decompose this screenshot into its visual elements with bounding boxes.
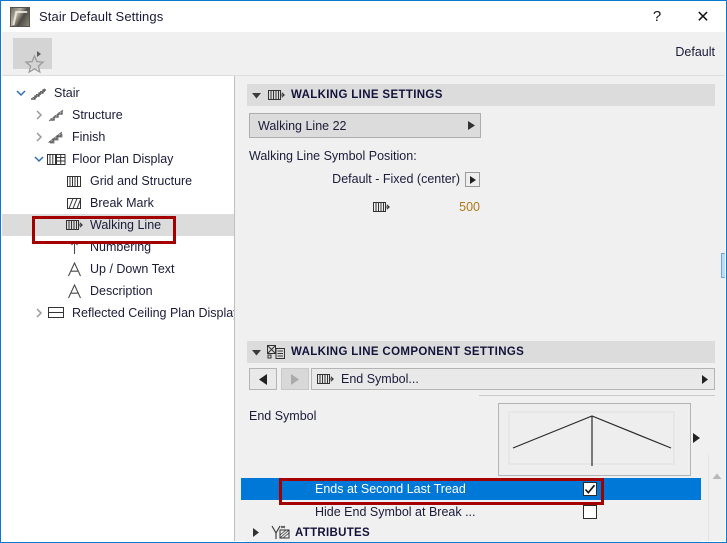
symbol-position-label: Walking Line Symbol Position: (249, 149, 417, 163)
tree-item-label: Description (90, 284, 153, 298)
attributes-section-row[interactable]: ATTRIBUTES (245, 521, 701, 542)
finish-icon (46, 130, 67, 144)
caret-right-icon (696, 374, 714, 384)
hide-end-symbol-at-break-checkbox[interactable] (583, 505, 597, 519)
tree-item-stair[interactable]: Stair (2, 82, 234, 104)
option-row-ends-at-second-last-tread[interactable]: Ends at Second Last Tread (245, 478, 701, 500)
walking-line-style-strip (721, 178, 725, 303)
close-button[interactable]: ✕ (680, 1, 726, 32)
tree-item-finish[interactable]: Finish (2, 126, 234, 148)
walking-line-style-1[interactable] (721, 178, 725, 203)
component-icon (265, 344, 287, 360)
chevron-down-icon[interactable] (14, 89, 28, 97)
stair-icon (28, 87, 49, 100)
caret-right-icon (462, 121, 480, 130)
stair-icon (10, 6, 30, 27)
chevron-right-icon[interactable] (32, 110, 46, 120)
caret-down-icon (247, 349, 265, 356)
walking-line-style-5[interactable] (721, 278, 725, 303)
ends-at-second-last-tread-checkbox[interactable] (583, 482, 597, 496)
divider (479, 395, 715, 396)
walking-line-icon (64, 219, 85, 232)
symbol-position-popup-button[interactable] (465, 172, 480, 187)
tree-item-walking-line[interactable]: Walking Line (2, 214, 234, 236)
tree-item-label: Stair (54, 86, 80, 100)
grid-structure-icon (64, 175, 85, 188)
offset-icon (373, 201, 390, 217)
walking-line-style-2[interactable] (721, 203, 725, 228)
floor-plan-icon (46, 153, 67, 166)
structure-icon (46, 108, 67, 122)
tree-item-description[interactable]: Description (2, 280, 234, 302)
options-scrollbar[interactable] (708, 455, 725, 541)
window-title: Stair Default Settings (39, 9, 164, 24)
tree-item-label: Grid and Structure (90, 174, 193, 188)
default-label: Default (675, 45, 715, 59)
toolbar: Default (2, 32, 725, 76)
section-title: WALKING LINE COMPONENT SETTINGS (291, 346, 525, 358)
attributes-label: ATTRIBUTES (295, 526, 370, 539)
tree-item-break-mark[interactable]: Break Mark (2, 192, 234, 214)
tree-item-grid-and-structure[interactable]: Grid and Structure (2, 170, 234, 192)
option-row-hide-end-symbol-at-break[interactable]: Hide End Symbol at Break ... (245, 501, 701, 523)
tree-item-label: Break Mark (90, 196, 154, 210)
break-mark-icon (64, 197, 85, 210)
chevron-right-icon[interactable] (32, 132, 46, 142)
tree-item-floor-plan-display[interactable]: Floor Plan Display (2, 148, 234, 170)
tree-item-label: Floor Plan Display (72, 152, 174, 166)
next-component-button[interactable] (281, 368, 309, 390)
tree-item-label: Numbering (90, 240, 152, 254)
option-label: Ends at Second Last Tread (315, 482, 466, 496)
chevron-right-icon[interactable] (32, 308, 46, 318)
walking-line-pen-combo[interactable]: Walking Line 22 (249, 113, 481, 138)
caret-right-icon (245, 528, 267, 537)
attributes-icon (267, 525, 295, 541)
tree-item-numbering[interactable]: Numbering (2, 236, 234, 258)
stair-default-settings-window: Stair Default Settings ? ✕ Default Stair… (0, 0, 727, 543)
offset-value[interactable]: 500 (430, 200, 480, 214)
end-symbol-label: End Symbol (249, 409, 317, 423)
settings-tree: Stair Structure Finish Floor Plan Display Gr… (2, 76, 235, 541)
tree-item-label: Up / Down Text (90, 262, 175, 276)
component-combo-value: End Symbol... (341, 372, 419, 386)
window-controls: ? ✕ (634, 1, 726, 32)
walking-line-settings-header[interactable]: WALKING LINE SETTINGS (247, 84, 715, 106)
pen-combo-value: Walking Line 22 (258, 118, 347, 133)
title-bar: Stair Default Settings ? ✕ (1, 1, 726, 32)
walking-line-style-4[interactable] (721, 253, 725, 278)
chevron-down-icon[interactable] (32, 155, 46, 163)
previous-component-button[interactable] (249, 368, 277, 390)
tree-item-up-down-text[interactable]: Up / Down Text (2, 258, 234, 280)
tree-item-structure[interactable]: Structure (2, 104, 234, 126)
tree-item-reflected-ceiling-plan-display[interactable]: Reflected Ceiling Plan Display (2, 302, 234, 324)
walking-line-icon (265, 89, 287, 102)
end-symbol-preview[interactable] (498, 403, 691, 476)
tree-item-label: Structure (72, 108, 123, 122)
tree-item-label: Walking Line (90, 218, 162, 232)
walking-line-style-3[interactable] (721, 228, 725, 253)
text-icon (64, 283, 85, 299)
caret-down-icon (247, 92, 265, 99)
rcp-icon (46, 307, 67, 319)
help-button[interactable]: ? (634, 1, 680, 32)
walking-line-icon (312, 373, 338, 386)
scroll-up-icon[interactable] (709, 469, 725, 483)
favorites-button[interactable] (13, 38, 52, 73)
option-label: Hide End Symbol at Break ... (315, 505, 476, 519)
symbol-position-value[interactable]: Default - Fixed (center) (330, 172, 460, 186)
tree-item-label: Finish (72, 130, 106, 144)
section-title: WALKING LINE SETTINGS (291, 89, 443, 101)
text-icon (64, 261, 85, 277)
numbering-icon (64, 240, 85, 255)
tree-item-label: Reflected Ceiling Plan Display (72, 306, 235, 320)
walking-line-component-settings-header[interactable]: WALKING LINE COMPONENT SETTINGS (247, 341, 715, 363)
component-combo[interactable]: End Symbol... (311, 368, 715, 390)
end-symbol-popup-arrow[interactable] (693, 432, 700, 446)
